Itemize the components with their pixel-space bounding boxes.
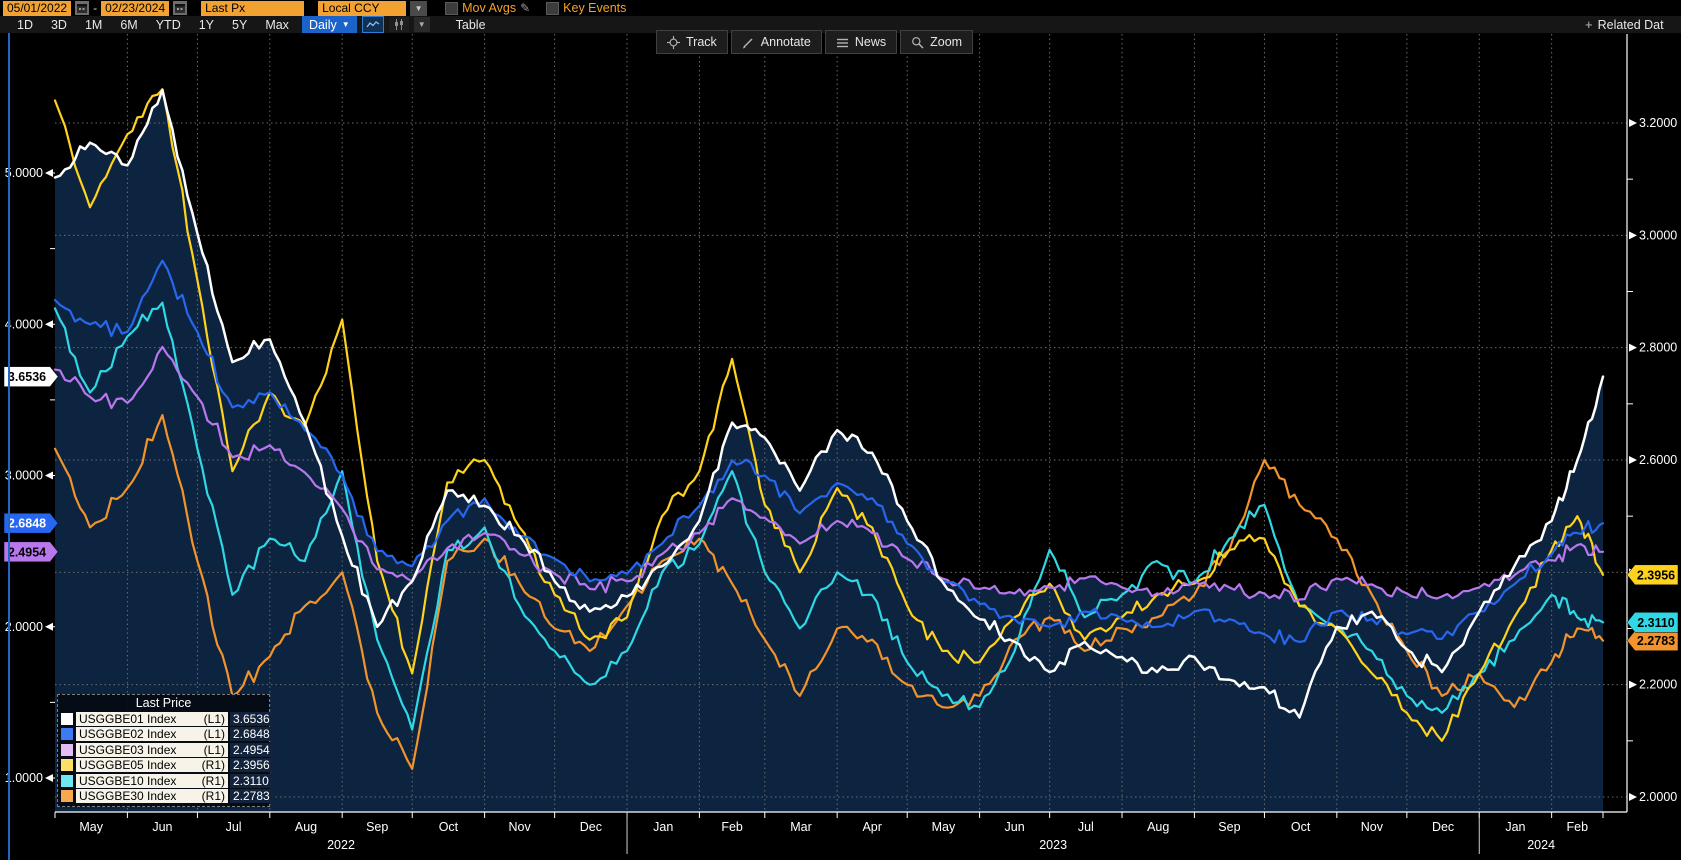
tick-arrow-icon xyxy=(45,623,53,631)
axis-badge-value: 2.2783 xyxy=(1637,634,1675,648)
series-name: USGGBE30 Index(R1) xyxy=(76,789,228,803)
series-name: USGGBE05 Index(R1) xyxy=(76,758,228,772)
series-swatch xyxy=(61,775,73,787)
left-axis-tick-label: 3.0000 xyxy=(5,469,43,483)
series-swatch xyxy=(61,744,73,756)
chart-action-bar: Track Annotate News Zoom xyxy=(656,30,973,54)
zoom-label: Zoom xyxy=(930,35,962,49)
track-button[interactable]: Track xyxy=(656,30,728,54)
series-swatch xyxy=(61,790,73,802)
news-label: News xyxy=(855,35,886,49)
tick-arrow-icon xyxy=(45,169,53,177)
legend-row[interactable]: USGGBE03 Index(L1)2.4954 xyxy=(61,742,266,758)
axis-badge-value: 2.3110 xyxy=(1637,616,1675,630)
tick-arrow-icon xyxy=(1629,231,1637,239)
pencil-icon xyxy=(742,36,755,49)
tick-arrow-icon xyxy=(1629,344,1637,352)
month-label: Nov xyxy=(1361,820,1384,834)
month-label: Mar xyxy=(790,820,812,834)
legend-row[interactable]: USGGBE01 Index(L1)3.6536 xyxy=(61,711,266,727)
right-axis-tick-label: 2.6000 xyxy=(1639,453,1677,467)
right-axis-tick-label: 3.2000 xyxy=(1639,116,1677,130)
right-axis-tick-label: 3.0000 xyxy=(1639,228,1677,242)
month-label: Dec xyxy=(580,820,602,834)
series-last-value: 2.3956 xyxy=(230,758,273,772)
month-label: Aug xyxy=(295,820,317,834)
right-axis-tick-label: 2.2000 xyxy=(1639,678,1677,692)
tick-arrow-icon xyxy=(1629,456,1637,464)
legend-row[interactable]: USGGBE10 Index(R1)2.3110 xyxy=(61,773,266,789)
axis-badge-value: 2.3956 xyxy=(1637,568,1675,582)
left-axis-tick-label: 4.0000 xyxy=(5,317,43,331)
month-label: Jan xyxy=(1505,820,1525,834)
news-button[interactable]: News xyxy=(825,30,897,54)
legend-box: Last Price USGGBE01 Index(L1)3.6536USGGB… xyxy=(57,694,270,807)
left-axis-tick-label: 1.0000 xyxy=(5,771,43,785)
month-label: Aug xyxy=(1147,820,1169,834)
axis-badge-value: 3.6536 xyxy=(8,370,46,384)
series-last-value: 3.6536 xyxy=(230,712,273,726)
month-label: Feb xyxy=(1567,820,1589,834)
series-last-value: 2.3110 xyxy=(230,774,272,788)
legend-title: Last Price xyxy=(61,696,266,711)
month-label: Oct xyxy=(439,820,459,834)
tick-arrow-icon xyxy=(1629,793,1637,801)
legend-rows: USGGBE01 Index(L1)3.6536USGGBE02 Index(L… xyxy=(61,711,266,804)
axis-badge-value: 2.6848 xyxy=(8,517,46,531)
month-label: Feb xyxy=(721,820,743,834)
series-name: USGGBE02 Index(L1) xyxy=(76,727,228,741)
month-label: Sep xyxy=(1218,820,1240,834)
tick-arrow-icon xyxy=(1629,681,1637,689)
axis-badge-value: 2.4954 xyxy=(8,545,46,559)
series-last-value: 2.6848 xyxy=(230,727,273,741)
month-label: Oct xyxy=(1291,820,1311,834)
panel-divider xyxy=(8,33,10,860)
series-swatch xyxy=(61,728,73,740)
month-label: May xyxy=(932,820,956,834)
magnifier-icon xyxy=(911,36,924,49)
month-label: Sep xyxy=(366,820,388,834)
month-label: Jun xyxy=(152,820,172,834)
series-last-value: 2.4954 xyxy=(230,743,273,757)
series-swatch xyxy=(61,713,73,725)
series-last-value: 2.2783 xyxy=(230,789,273,803)
month-label: May xyxy=(79,820,103,834)
series-name: USGGBE01 Index(L1) xyxy=(76,712,228,726)
legend-row[interactable]: USGGBE30 Index(R1)2.2783 xyxy=(61,789,266,805)
series-swatch xyxy=(61,759,73,771)
annotate-label: Annotate xyxy=(761,35,811,49)
year-label: 2024 xyxy=(1527,838,1555,852)
right-axis-tick-label: 2.0000 xyxy=(1639,790,1677,804)
month-label: Jun xyxy=(1005,820,1025,834)
series-name: USGGBE03 Index(L1) xyxy=(76,743,228,757)
tick-arrow-icon xyxy=(1629,119,1637,127)
month-label: Jan xyxy=(653,820,673,834)
zoom-button[interactable]: Zoom xyxy=(900,30,973,54)
legend-row[interactable]: USGGBE05 Index(R1)2.3956 xyxy=(61,758,266,774)
month-label: Jul xyxy=(226,820,242,834)
track-label: Track xyxy=(686,35,717,49)
month-label: Nov xyxy=(509,820,532,834)
news-icon xyxy=(836,36,849,49)
year-label: 2022 xyxy=(327,838,355,852)
month-label: Dec xyxy=(1432,820,1454,834)
area-fill xyxy=(55,90,1603,812)
year-label: 2023 xyxy=(1039,838,1067,852)
left-axis-tick-label: 5.0000 xyxy=(5,166,43,180)
series-name: USGGBE10 Index(R1) xyxy=(76,774,228,788)
month-label: Jul xyxy=(1078,820,1094,834)
month-label: Apr xyxy=(862,820,881,834)
tick-arrow-icon xyxy=(45,774,53,782)
right-axis-tick-label: 2.8000 xyxy=(1639,341,1677,355)
left-axis-tick-label: 2.0000 xyxy=(5,620,43,634)
legend-row[interactable]: USGGBE02 Index(L1)2.6848 xyxy=(61,727,266,743)
crosshair-icon xyxy=(667,36,680,49)
annotate-button[interactable]: Annotate xyxy=(731,30,822,54)
tick-arrow-icon xyxy=(45,320,53,328)
tick-arrow-icon xyxy=(45,472,53,480)
